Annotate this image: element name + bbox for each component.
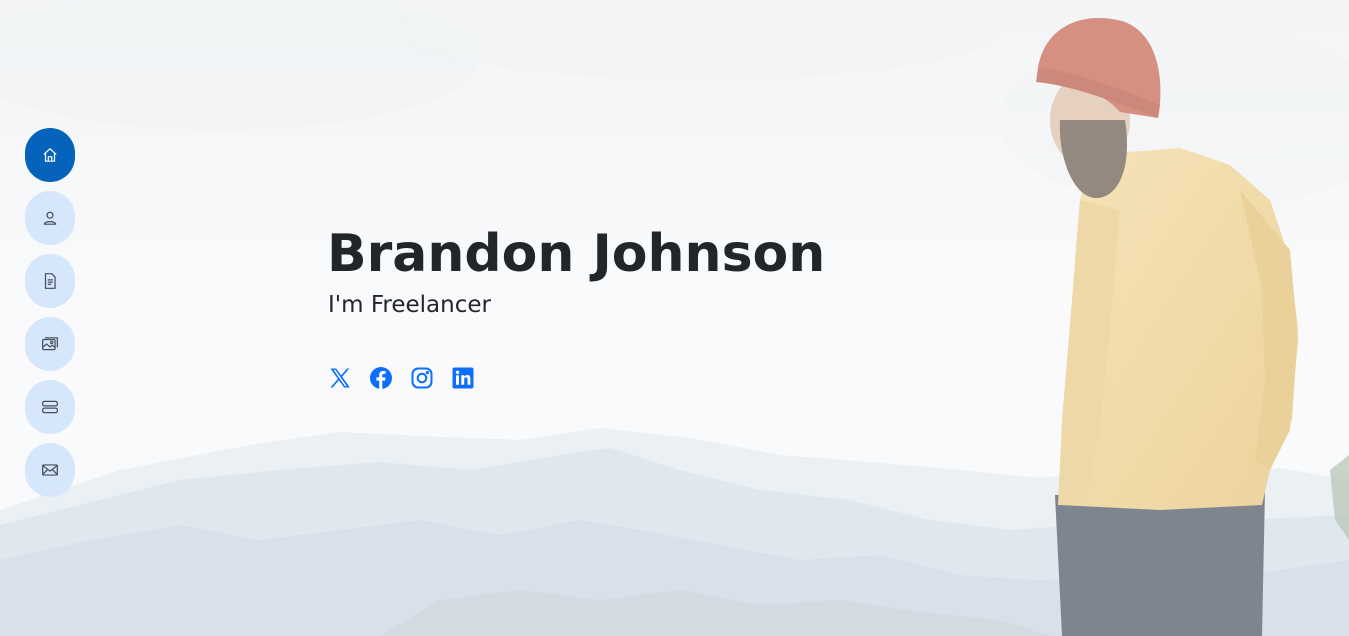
hero-content: Brandon Johnson I'm Freelancer bbox=[327, 222, 825, 390]
x-twitter-icon bbox=[330, 368, 350, 388]
hero-tagline-prefix: I'm bbox=[328, 292, 371, 318]
person-icon bbox=[43, 211, 57, 225]
social-links bbox=[328, 366, 825, 390]
nav-home-button[interactable] bbox=[25, 128, 75, 182]
linkedin-icon bbox=[452, 367, 474, 389]
hero-section: Brandon Johnson I'm Freelancer bbox=[0, 0, 1349, 636]
nav-portfolio-button[interactable] bbox=[25, 317, 75, 371]
hero-tagline: I'm Freelancer bbox=[328, 290, 825, 320]
side-navigation bbox=[25, 128, 75, 497]
house-icon bbox=[43, 148, 57, 162]
nav-resume-button[interactable] bbox=[25, 254, 75, 308]
nav-services-button[interactable] bbox=[25, 380, 75, 434]
hero-tagline-role: Freelancer bbox=[370, 292, 491, 318]
instagram-link[interactable] bbox=[410, 366, 434, 390]
instagram-icon bbox=[411, 367, 433, 389]
nav-about-button[interactable] bbox=[25, 191, 75, 245]
twitter-link[interactable] bbox=[328, 366, 352, 390]
linkedin-link[interactable] bbox=[451, 366, 475, 390]
hero-name: Brandon Johnson bbox=[327, 224, 826, 284]
hdd-stack-icon bbox=[42, 400, 58, 414]
images-icon bbox=[42, 337, 58, 351]
facebook-link[interactable] bbox=[369, 366, 393, 390]
file-text-icon bbox=[44, 273, 56, 289]
nav-contact-button[interactable] bbox=[25, 443, 75, 497]
envelope-icon bbox=[42, 464, 58, 476]
facebook-icon bbox=[370, 367, 392, 389]
